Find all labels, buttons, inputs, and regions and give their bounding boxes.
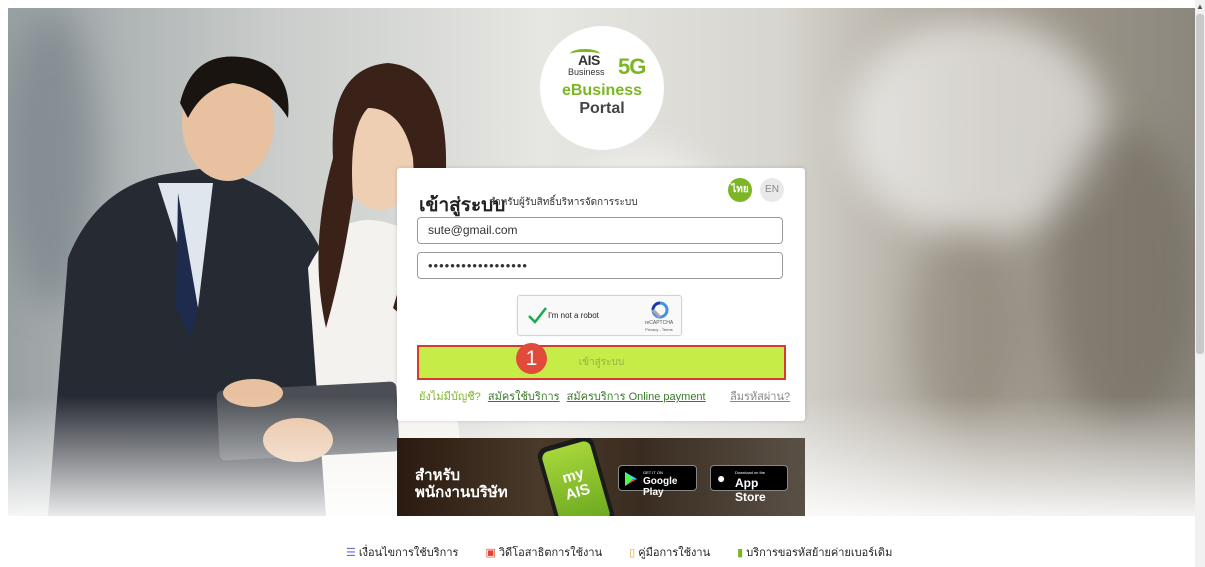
scroll-up-icon[interactable]: ▲ <box>1196 2 1204 12</box>
recaptcha-widget: I'm not a robot reCAPTCHA Privacy - Term… <box>517 295 682 336</box>
lang-english-button[interactable]: EN <box>760 178 784 202</box>
footer-link-port-number[interactable]: ▮ บริการขอรหัสย้ายค่ายเบอร์เดิม <box>737 543 892 561</box>
phone-icon: ▮ <box>737 546 744 559</box>
register-link[interactable]: สมัครใช้บริการ <box>488 391 560 403</box>
checkmark-icon[interactable] <box>526 304 548 326</box>
password-field[interactable]: •••••••••••••••••• <box>417 252 783 279</box>
login-subtitle: สำหรับผู้รับสิทธิ์บริหารจัดการระบบ <box>489 197 638 208</box>
page-scrollbar[interactable]: ▲ <box>1195 0 1205 567</box>
recaptcha-links[interactable]: Privacy - Terms <box>639 327 679 332</box>
no-account-text: ยังไม่มีบัญชี? <box>419 391 481 403</box>
email-field[interactable]: sute@gmail.com <box>417 217 783 244</box>
myais-promo-banner[interactable]: สำหรับ พนักงานบริษัท my AIS GET IT ON Go… <box>397 438 805 516</box>
account-links: ยังไม่มีบัญชี? สมัครใช้บริการ สมัครบริกา… <box>419 387 710 405</box>
login-submit-button[interactable]: เข้าสู่ระบบ <box>417 345 786 380</box>
list-icon: ☰ <box>346 546 356 559</box>
login-card: เข้าสู่ระบบ สำหรับผู้รับสิทธิ์บริหารจัดก… <box>397 168 805 421</box>
apple-icon: ● <box>717 470 726 486</box>
footer-link-video[interactable]: ▣ วิดีโอสาธิตการใช้งาน <box>485 543 602 561</box>
footer-link-terms[interactable]: ☰ เงื่อนไขการใช้บริการ <box>346 543 458 561</box>
book-icon: ▯ <box>629 546 636 559</box>
lang-thai-button[interactable]: ไทย <box>728 178 752 202</box>
footer-link-manual[interactable]: ▯ คู่มือการใช้งาน <box>629 543 710 561</box>
register-payment-link[interactable]: สมัครบริการ Online payment <box>567 391 706 403</box>
app-store-badge[interactable]: ● Download on the App Store <box>710 465 788 504</box>
page: ▲ AIS Business 5G eBusiness Portal เข้าส… <box>0 0 1205 567</box>
ais-business-logo: AIS Business 5G eBusiness Portal <box>540 26 664 150</box>
google-play-badge[interactable]: GET IT ON Google Play <box>618 465 697 498</box>
step-badge: 1 <box>516 343 547 374</box>
google-play-icon <box>625 472 637 486</box>
recaptcha-logo-icon <box>651 301 669 319</box>
footer-links: ☰ เงื่อนไขการใช้บริการ ▣ วิดีโอสาธิตการใ… <box>346 543 916 561</box>
scrollbar-thumb[interactable] <box>1196 14 1204 354</box>
forgot-password-link[interactable]: ลืมรหัสผ่าน? <box>730 387 790 405</box>
video-icon: ▣ <box>485 546 496 559</box>
